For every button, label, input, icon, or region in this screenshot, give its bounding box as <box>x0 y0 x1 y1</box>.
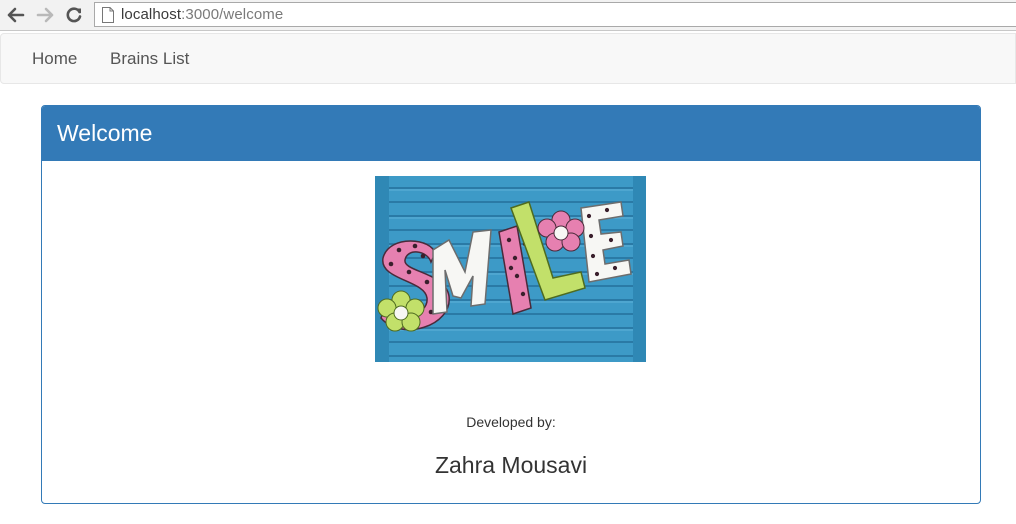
nav-link-brains-list[interactable]: Brains List <box>110 49 189 69</box>
panel-title: Welcome <box>57 120 153 146</box>
url-path: :3000/welcome <box>181 6 284 23</box>
developer-name: Zahra Mousavi <box>434 452 588 478</box>
back-button[interactable] <box>6 5 26 25</box>
address-bar[interactable]: localhost:3000/welcome <box>94 2 1016 27</box>
reload-button[interactable] <box>64 5 84 25</box>
address-url: localhost:3000/welcome <box>121 6 283 23</box>
welcome-panel: Welcome Developed by: Zahra Mousavi <box>41 105 981 504</box>
forward-button[interactable] <box>35 5 55 25</box>
document-icon <box>102 6 114 23</box>
arrow-right-icon <box>36 7 54 23</box>
arrow-left-icon <box>7 7 25 23</box>
navbar: Home Brains List <box>0 33 1016 84</box>
smile-image <box>375 176 646 362</box>
panel-heading: Welcome <box>42 106 980 161</box>
url-host: localhost <box>121 6 182 23</box>
browser-toolbar: localhost:3000/welcome <box>0 0 1016 31</box>
nav-link-home[interactable]: Home <box>32 49 77 69</box>
developed-by-label: Developed by: <box>466 414 556 430</box>
reload-icon <box>66 7 82 23</box>
